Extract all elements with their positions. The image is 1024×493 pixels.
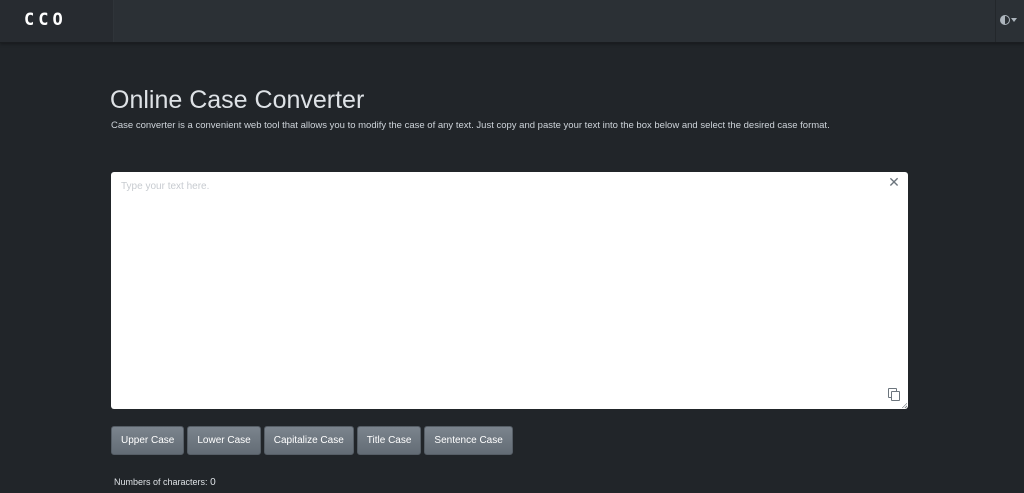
page-description: Case converter is a convenient web tool … [111,120,830,131]
text-editor: ✕ [111,172,908,409]
case-buttons: Upper Case Lower Case Capitalize Case Ti… [111,426,513,455]
title-case-button[interactable]: Title Case [356,426,422,455]
brand-logo-link[interactable]: C C O [0,0,114,42]
text-input[interactable] [111,172,908,409]
copy-icon-front [891,391,900,401]
character-count-value: 0 [210,477,216,488]
logo: C C O [24,12,63,29]
resize-handle[interactable] [901,402,907,408]
logo-letter: C [24,10,35,30]
upper-case-button[interactable]: Upper Case [111,426,185,455]
capitalize-case-button[interactable]: Capitalize Case [263,426,354,455]
clear-text-button[interactable]: ✕ [887,175,901,189]
copy-text-button[interactable] [888,388,900,401]
character-count-label: Numbers of characters: [114,477,208,487]
theme-toggle-button[interactable] [1000,13,1017,27]
sentence-case-button[interactable]: Sentence Case [424,426,513,455]
close-icon: ✕ [888,174,900,190]
logo-letter: C [38,10,49,30]
page-title: Online Case Converter [110,86,365,114]
navbar: C C O [0,0,1024,43]
theme-menu [995,0,1024,42]
character-count: Numbers of characters: 0 [114,476,216,489]
half-circle-icon [1000,15,1010,25]
lower-case-button[interactable]: Lower Case [187,426,261,455]
caret-down-icon [1011,18,1017,22]
logo-letter: O [52,10,63,30]
